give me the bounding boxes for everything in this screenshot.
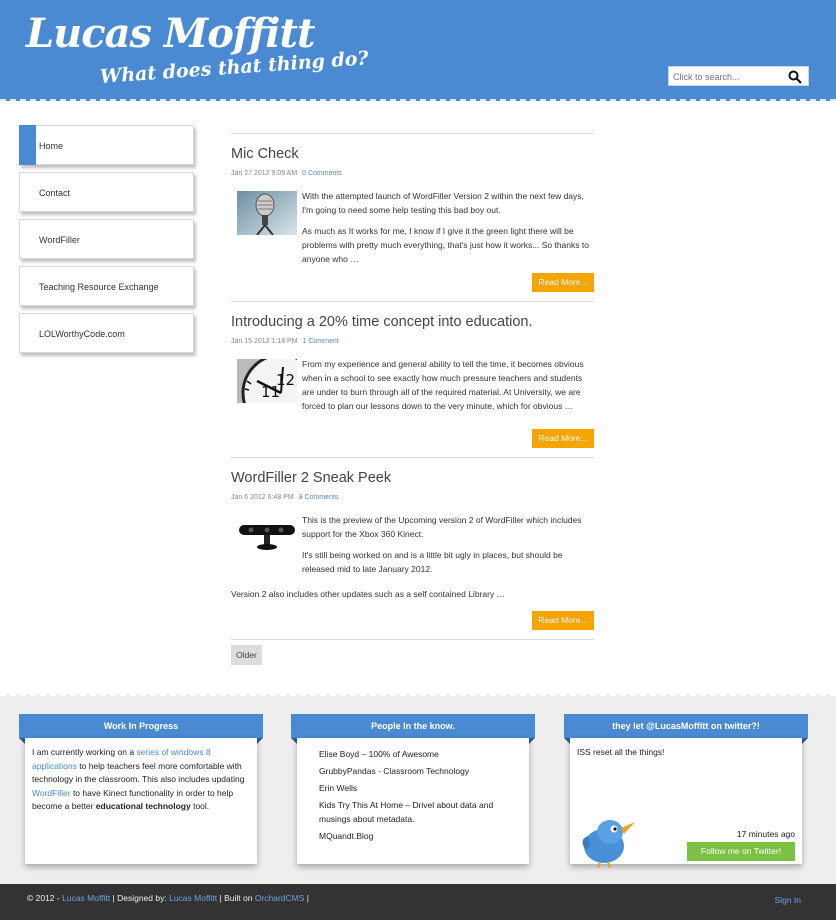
post-paragraph: From my experience and general ability t… [302, 359, 584, 411]
blog-post: WordFiller 2 Sneak Peek Jan 6 2012 6:48 … [231, 457, 594, 630]
kinect-image [237, 515, 297, 559]
widget-text: I am currently working on a [32, 747, 137, 757]
microphone-image [237, 191, 297, 235]
people-list-item[interactable]: Erin Wells [319, 782, 522, 796]
sign-in-link[interactable]: Sign In [775, 895, 801, 905]
post-body: With the attempted launch of WordFiller … [231, 189, 594, 266]
blog-post: Mic Check Jan 27 2012 9:09 AM 0 Comments… [231, 133, 594, 292]
tweet-timestamp: 17 minutes ago [736, 829, 795, 839]
post-date: Jan 15 2012 1:18 PM [231, 338, 298, 345]
search-box [668, 66, 809, 86]
orchardcms-link[interactable]: OrchardCMS [255, 893, 305, 903]
widget-twitter: they let @LucasMoffitt on twitter?! ISS … [564, 714, 808, 870]
older-posts-button[interactable]: Older [231, 645, 262, 665]
designer-link[interactable]: Lucas Moffitt [169, 893, 217, 903]
sidebar-item-wordfiller[interactable]: WordFiller [19, 219, 194, 259]
post-meta: Jan 27 2012 9:09 AM 0 Comments [231, 170, 594, 177]
search-icon[interactable] [788, 70, 802, 84]
read-more-button[interactable]: Read More... [532, 429, 594, 448]
people-list: Elise Boyd – 100% of Awesome GrubbyPanda… [304, 746, 522, 843]
post-meta: Jan 15 2012 1:18 PM 1 Comment [231, 338, 594, 345]
widget-bold-text: educational technology [95, 801, 191, 811]
search-input[interactable] [669, 68, 781, 86]
post-paragraph: It's still being worked on and is a litt… [302, 550, 563, 574]
post-paragraph: As much as It works for me, I know if I … [302, 226, 589, 264]
pagination: Older [231, 639, 594, 665]
wordfiller-link[interactable]: WordFiller [32, 788, 71, 798]
read-more-button[interactable]: Read More... [532, 611, 594, 630]
post-excerpt: This is the preview of the Upcoming vers… [302, 513, 594, 576]
post-body: This is the preview of the Upcoming vers… [231, 513, 594, 583]
read-more-button[interactable]: Read More... [532, 273, 594, 292]
site-header: Lucas Moffitt What does that thing do? [0, 0, 836, 101]
footer-credits: © 2012 - Lucas Moffitt | Designed by: Lu… [27, 893, 309, 903]
clock-image: 11 12 [237, 359, 297, 403]
people-list-item[interactable]: Elise Boyd – 100% of Awesome [319, 748, 522, 762]
widget-title: Work In Progress [19, 714, 263, 744]
people-list-item[interactable]: Kids Try This At Home – Drivel about dat… [319, 799, 522, 826]
post-excerpt: From my experience and general ability t… [302, 357, 594, 413]
footer-widgets: Work In Progress I am currently working … [0, 694, 836, 884]
site-title[interactable]: Lucas Moffitt [26, 10, 315, 57]
site-footer: © 2012 - Lucas Moffitt | Designed by: Lu… [0, 884, 836, 920]
people-list-item[interactable]: MQuandt.Blog [319, 830, 522, 844]
widget-body: I am currently working on a series of wi… [25, 738, 257, 864]
blog-post: Introducing a 20% time concept into educ… [231, 301, 594, 448]
post-comments-link[interactable]: 1 Comment [303, 338, 339, 345]
sidebar-item-label: WordFiller [39, 235, 80, 245]
copyright-text: © 2012 - [27, 893, 60, 903]
post-list: Mic Check Jan 27 2012 9:09 AM 0 Comments… [231, 133, 594, 665]
post-title[interactable]: Mic Check [231, 146, 594, 162]
widget-people: People In the know. Elise Boyd – 100% of… [291, 714, 535, 870]
post-title[interactable]: Introducing a 20% time concept into educ… [231, 314, 594, 330]
author-link[interactable]: Lucas Moffitt [62, 893, 110, 903]
sidebar-item-label: LOLWorthyCode.com [39, 329, 125, 339]
sidebar-item-label: Home [39, 141, 64, 151]
post-body: 11 12 From my experience and general abi… [231, 357, 594, 427]
sidebar-item-contact[interactable]: Contact [19, 172, 194, 212]
post-date: Jan 6 2012 6:48 PM [231, 494, 294, 501]
widget-body: Elise Boyd – 100% of Awesome GrubbyPanda… [297, 738, 529, 864]
built-on-label: | Built on [219, 893, 253, 903]
sidebar-item-lolworthycode[interactable]: LOLWorthyCode.com [19, 313, 194, 353]
post-paragraph: With the attempted launch of WordFiller … [302, 191, 584, 215]
post-comments-link[interactable]: 0 Comments [302, 170, 342, 177]
widget-work-in-progress: Work In Progress I am currently working … [19, 714, 263, 870]
post-meta: Jan 6 2012 6:48 PM 3 Comments [231, 494, 594, 501]
post-paragraph: This is the preview of the Upcoming vers… [302, 515, 582, 539]
follow-twitter-button[interactable]: Follow me on Twitter! [687, 842, 795, 861]
designed-by-label: | Designed by: [112, 893, 167, 903]
widget-title: People In the know. [291, 714, 535, 744]
post-date: Jan 27 2012 9:09 AM [231, 170, 298, 177]
sidebar-item-label: Contact [39, 188, 71, 198]
widget-title: they let @LucasMoffitt on twitter?! [564, 714, 808, 744]
post-excerpt: With the attempted launch of WordFiller … [302, 189, 594, 266]
people-list-item[interactable]: GrubbyPandas - Classroom Technology [319, 765, 522, 779]
widget-body: ISS reset all the things! 17 minutes ago… [570, 738, 802, 868]
svg-text:12: 12 [276, 371, 295, 389]
sidebar-item-home[interactable]: Home [19, 125, 194, 165]
twitter-bird-icon [582, 820, 635, 868]
sidebar-item-teaching-resource-exchange[interactable]: Teaching Resource Exchange [19, 266, 194, 306]
sidebar-item-label: Teaching Resource Exchange [39, 282, 159, 292]
post-comments-link[interactable]: 3 Comments [299, 494, 339, 501]
widget-text: tool. [190, 801, 210, 811]
sidebar-nav: Home Contact WordFiller Teaching Resourc… [19, 125, 194, 360]
post-paragraph: Version 2 also includes other updates su… [231, 589, 506, 599]
footer-separator: | [306, 893, 309, 903]
tweet-text: ISS reset all the things! [577, 747, 665, 757]
post-title[interactable]: WordFiller 2 Sneak Peek [231, 470, 594, 486]
